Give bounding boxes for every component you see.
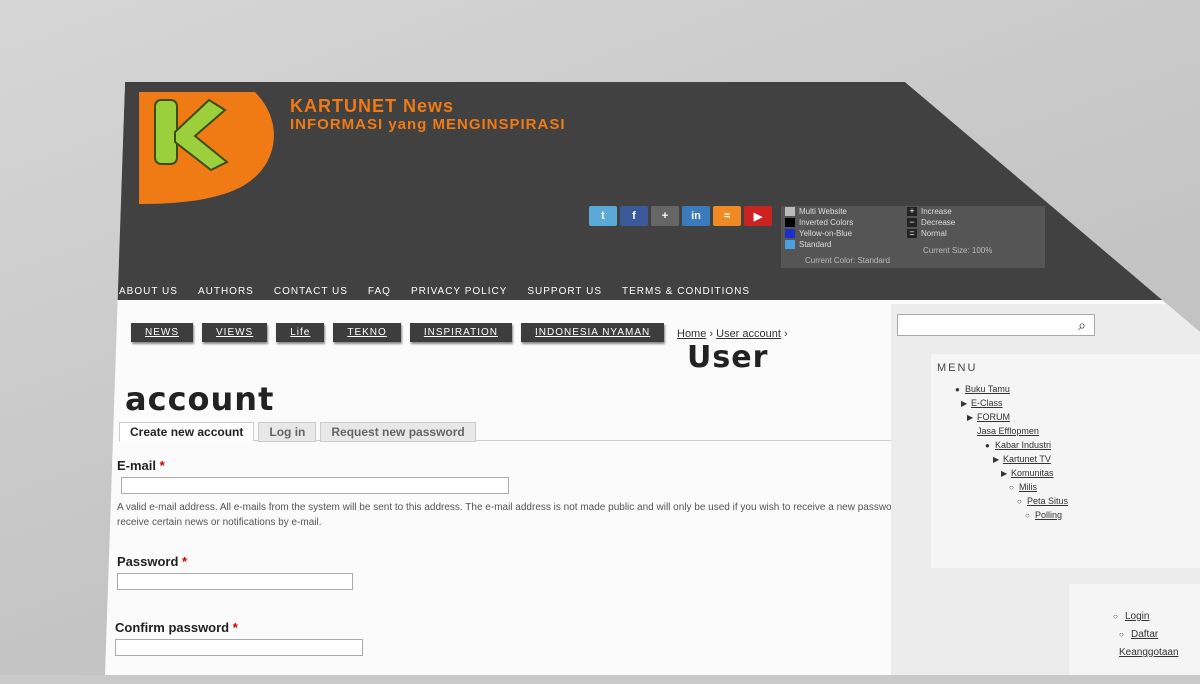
user-menu-register[interactable]: ○ Daftar Keanggotaan: [1069, 626, 1200, 658]
bullet-icon: ●: [985, 441, 990, 450]
breadcrumb: Home › User account ›: [677, 328, 788, 340]
tab-request-password[interactable]: Request new password: [320, 422, 476, 442]
list-item[interactable]: ○ Milis: [931, 480, 1200, 494]
bullet-icon: ▶: [1001, 469, 1008, 478]
menu-list: ● Buku Tamu ▶ E-Class ▶ FORUM Jasa Efflopme…: [931, 382, 1200, 522]
search-box: ⌕: [897, 314, 1095, 336]
menu-title: MENU: [937, 362, 978, 374]
email-label: E-mail *: [117, 458, 165, 473]
password-label: Password *: [117, 554, 188, 569]
list-item[interactable]: ○ Peta Situs: [931, 494, 1200, 508]
list-item[interactable]: ▶ Komunitas: [931, 466, 1200, 480]
search-input[interactable]: [898, 315, 1062, 335]
nav-contact-us[interactable]: CONTACT US: [274, 286, 348, 297]
twitter-icon[interactable]: t: [589, 206, 617, 226]
swatch-icon: [785, 229, 795, 238]
google-plus-icon[interactable]: +: [651, 206, 679, 226]
accessibility-panel: Multi Website Inverted Colors Yellow-on-…: [781, 206, 1045, 268]
list-item[interactable]: ▶ E-Class: [931, 396, 1200, 410]
site-slogan: INFORMASI yang MENGINSPIRASI: [290, 116, 566, 133]
list-item[interactable]: ● Kabar Industri: [931, 438, 1200, 452]
bullet-icon: ○: [1113, 612, 1118, 621]
password-field[interactable]: [117, 573, 353, 590]
menu-block: MENU ● Buku Tamu ▶ E-Class ▶ FORUM Jasa Eff…: [931, 354, 1200, 568]
breadcrumb-home[interactable]: Home: [677, 328, 706, 340]
share-icons: t f + in ≈ ▶: [589, 206, 772, 226]
user-menu: ○ Login ○ Daftar Keanggotaan: [1069, 608, 1200, 658]
youtube-icon[interactable]: ▶: [744, 206, 772, 226]
required-marker: *: [232, 620, 238, 635]
nav-support-us[interactable]: SUPPORT US: [527, 286, 602, 297]
swatch-icon: [785, 240, 795, 249]
top-navigation: ABOUT US AUTHORS CONTACT US FAQ PRIVACY …: [119, 286, 750, 297]
swatch-icon: [785, 218, 795, 227]
text-size-option[interactable]: = Normal: [907, 228, 955, 239]
search-icon[interactable]: ⌕: [1072, 316, 1092, 334]
text-size-option[interactable]: − Decrease: [907, 217, 955, 228]
list-item[interactable]: Jasa Efflopmen: [931, 424, 1200, 438]
list-item[interactable]: ● Buku Tamu: [931, 382, 1200, 396]
section-tab-views[interactable]: VIEWS: [202, 323, 268, 342]
section-tab-news[interactable]: NEWS: [131, 323, 193, 342]
list-item[interactable]: ▶ Kartunet TV: [931, 452, 1200, 466]
bullet-icon: ○: [1025, 511, 1030, 520]
theme-option[interactable]: Multi Website: [785, 206, 853, 217]
theme-option[interactable]: Standard: [785, 239, 853, 250]
current-theme: Current Color: Standard: [805, 256, 890, 265]
plus-icon: +: [907, 207, 917, 216]
section-tab-indonesia-nyaman[interactable]: INDONESIA NYAMAN: [520, 323, 665, 342]
equals-icon: =: [907, 229, 917, 238]
user-menu-login[interactable]: ○ Login: [1069, 608, 1200, 626]
nav-authors[interactable]: AUTHORS: [198, 286, 254, 297]
rss-icon[interactable]: ≈: [713, 206, 741, 226]
breadcrumb-trail: ›: [780, 328, 788, 340]
nav-faq[interactable]: FAQ: [368, 286, 391, 297]
nav-privacy-policy[interactable]: PRIVACY POLICY: [411, 286, 507, 297]
list-item[interactable]: ▶ FORUM: [931, 410, 1200, 424]
bullet-icon: ○: [1017, 497, 1022, 506]
page-title-line1: User: [687, 340, 769, 375]
logo-icon[interactable]: [139, 92, 283, 204]
bullet-icon: ○: [1119, 630, 1124, 639]
section-tab-tekno[interactable]: TEKNO: [333, 323, 401, 342]
breadcrumb-current[interactable]: User account: [716, 328, 781, 340]
bullet-icon: ▶: [993, 455, 1000, 464]
section-tabs: NEWS VIEWS Life TEKNO INSPIRATION INDONE…: [131, 323, 665, 342]
theme-option[interactable]: Inverted Colors: [785, 217, 853, 228]
swatch-icon: [785, 207, 795, 216]
bullet-icon: ●: [955, 385, 960, 394]
required-marker: *: [182, 554, 188, 569]
section-tab-life[interactable]: Life: [276, 323, 325, 342]
current-size: Current Size: 100%: [923, 246, 993, 255]
confirm-password-label: Confirm password *: [115, 620, 238, 635]
theme-option[interactable]: Yellow-on-Blue: [785, 228, 853, 239]
nav-terms-conditions[interactable]: TERMS & CONDITIONS: [622, 286, 750, 297]
text-size-option[interactable]: + Increase: [907, 206, 955, 217]
tab-create-account[interactable]: Create new account: [119, 422, 255, 442]
register-form: E-mail * A valid e-mail address. All e-m…: [115, 458, 957, 656]
email-description: A valid e-mail address. All e-mails from…: [117, 502, 947, 528]
account-tabs: Create new account Log in Request new pa…: [119, 422, 939, 442]
user-menu-block: ○ Login ○ Daftar Keanggotaan: [1069, 584, 1200, 675]
required-marker: *: [159, 458, 165, 473]
theme-switcher: Multi Website Inverted Colors Yellow-on-…: [785, 206, 853, 250]
bullet-icon: ▶: [961, 399, 968, 408]
confirm-password-field[interactable]: [115, 639, 363, 656]
linkedin-icon[interactable]: in: [682, 206, 710, 226]
sidebar: ⌕ MENU ● Buku Tamu ▶ E-Class ▶ FORUM Jasa E…: [891, 304, 1200, 675]
email-field[interactable]: [121, 477, 509, 494]
page-title-line2: account: [125, 380, 275, 418]
list-item[interactable]: ○ Polling: [931, 508, 1200, 522]
text-size-switcher: + Increase − Decrease = Normal: [907, 206, 955, 239]
site-name[interactable]: KARTUNET News: [290, 96, 454, 117]
minus-icon: −: [907, 218, 917, 227]
section-tab-inspiration[interactable]: INSPIRATION: [409, 323, 512, 342]
tab-log-in[interactable]: Log in: [258, 422, 317, 442]
nav-about-us[interactable]: ABOUT US: [119, 286, 178, 297]
breadcrumb-separator: ›: [706, 328, 717, 340]
bullet-icon: ○: [1009, 483, 1014, 492]
facebook-icon[interactable]: f: [620, 206, 648, 226]
bullet-icon: ▶: [967, 413, 974, 422]
